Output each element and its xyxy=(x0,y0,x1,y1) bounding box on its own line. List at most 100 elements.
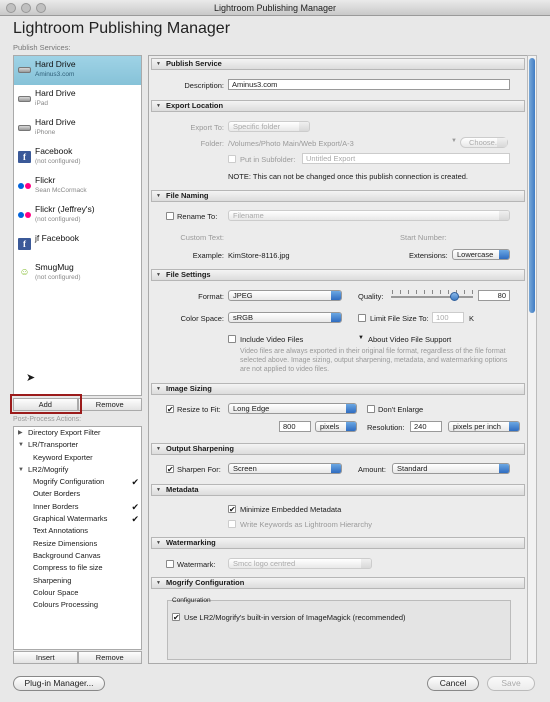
export-location-note: NOTE: This can not be changed once this … xyxy=(228,172,469,181)
quality-field[interactable]: 80 xyxy=(478,290,510,301)
format-label: Format: xyxy=(198,292,224,301)
section-output-sharpening[interactable]: Output Sharpening xyxy=(151,443,525,455)
minimize-metadata-checkbox[interactable]: ✔ xyxy=(228,505,236,514)
watermark-popup[interactable]: Smcc logo centred xyxy=(228,558,372,569)
service-item[interactable]: ☺ SmugMug (not configured) xyxy=(14,259,141,288)
choose-button[interactable]: Choose... xyxy=(460,137,508,148)
folder-menu-icon[interactable]: ▼ xyxy=(451,138,457,144)
publish-services-list[interactable]: Hard Drive Aminus3.com Hard Drive iPad Hard … xyxy=(13,55,142,396)
rename-popup[interactable]: Filename xyxy=(228,210,510,221)
post-process-item[interactable]: ▼ LR/Transporter xyxy=(14,439,141,451)
sharpen-checkbox[interactable]: ✔ xyxy=(166,465,174,474)
subfolder-field[interactable]: Untitled Export xyxy=(302,153,510,164)
post-process-item[interactable]: Resize Dimensions xyxy=(14,538,141,550)
post-process-item[interactable]: Compress to file size xyxy=(14,562,141,574)
post-process-item[interactable]: Sharpening xyxy=(14,575,141,587)
section-mogrify-configuration[interactable]: Mogrify Configuration xyxy=(151,577,525,589)
zoom-icon[interactable] xyxy=(36,3,46,13)
dont-enlarge-checkbox[interactable] xyxy=(367,405,375,413)
post-process-item[interactable]: Outer Borders xyxy=(14,488,141,500)
service-subtitle: iPhone xyxy=(35,129,56,136)
export-to-label: Export To: xyxy=(190,123,224,132)
write-keywords-checkbox[interactable] xyxy=(228,520,236,528)
disclosure-open-icon[interactable]: ▼ xyxy=(18,464,24,476)
size-field[interactable]: 800 xyxy=(279,421,311,432)
service-item[interactable]: Flickr (Jeffrey's) (not configured) xyxy=(14,201,141,230)
include-video-checkbox[interactable] xyxy=(228,335,236,343)
section-file-naming[interactable]: File Naming xyxy=(151,190,525,202)
remove-button[interactable]: Remove xyxy=(77,398,142,411)
post-process-item[interactable]: Colour Space xyxy=(14,587,141,599)
service-name: Hard Drive xyxy=(35,88,76,98)
section-publish-service[interactable]: Publish Service xyxy=(151,58,525,70)
description-field[interactable]: Aminus3.com xyxy=(228,79,510,90)
section-watermarking[interactable]: Watermarking xyxy=(151,537,525,549)
limit-size-checkbox[interactable] xyxy=(358,314,366,322)
scroll-thumb[interactable] xyxy=(529,58,535,313)
pp-remove-button[interactable]: Remove xyxy=(77,651,142,664)
service-item[interactable]: Hard Drive iPhone xyxy=(14,114,141,143)
subfolder-checkbox[interactable] xyxy=(228,155,236,163)
post-process-item[interactable]: ▼ LR2/Mogrify xyxy=(14,464,141,476)
post-process-list[interactable]: ▶ Directory Export Filter ▼ LR/Transporter K… xyxy=(13,426,142,650)
post-process-item[interactable]: Background Canvas xyxy=(14,550,141,562)
flickr-icon xyxy=(18,180,31,192)
about-video-toggle-icon[interactable]: ▼ xyxy=(358,335,364,341)
section-file-settings[interactable]: File Settings xyxy=(151,269,525,281)
amount-popup[interactable]: Standard xyxy=(392,463,510,474)
post-process-label: Mogrify Configuration xyxy=(33,477,105,487)
watermark-checkbox[interactable] xyxy=(166,560,174,568)
close-icon[interactable] xyxy=(6,3,16,13)
cancel-button[interactable]: Cancel xyxy=(427,676,479,691)
disclosure-open-icon[interactable]: ▼ xyxy=(18,439,24,451)
minimize-icon[interactable] xyxy=(21,3,31,13)
service-item[interactable]: Flickr Sean McCormack xyxy=(14,172,141,201)
format-popup[interactable]: JPEG xyxy=(228,290,342,301)
service-item[interactable]: Hard Drive iPad xyxy=(14,85,141,114)
insert-button[interactable]: Insert xyxy=(13,651,78,664)
export-to-popup[interactable]: Specific folder xyxy=(228,121,310,132)
size-unit-popup[interactable]: pixels xyxy=(315,421,357,432)
extensions-popup[interactable]: Lowercase xyxy=(452,249,510,260)
post-process-item[interactable]: ▶ Directory Export Filter xyxy=(14,427,141,439)
post-process-label: Colour Space xyxy=(33,587,79,597)
resolution-unit-popup[interactable]: pixels per inch xyxy=(448,421,520,432)
resize-popup[interactable]: Long Edge xyxy=(228,403,357,414)
rename-checkbox[interactable] xyxy=(166,212,174,220)
description-label: Description: xyxy=(184,81,224,90)
section-image-sizing[interactable]: Image Sizing xyxy=(151,383,525,395)
service-item[interactable]: f Facebook (not configured) xyxy=(14,143,141,172)
post-process-item[interactable]: Inner Borders ✔ xyxy=(14,501,141,513)
use-builtin-imagemagick-checkbox[interactable]: ✔ xyxy=(172,613,180,622)
quality-slider-thumb[interactable] xyxy=(450,292,459,301)
post-process-label: LR/Transporter xyxy=(28,440,79,450)
section-metadata[interactable]: Metadata xyxy=(151,484,525,496)
service-name: Flickr xyxy=(35,175,56,185)
service-item[interactable]: f jf Facebook xyxy=(14,230,141,259)
color-space-popup[interactable]: sRGB xyxy=(228,312,342,323)
post-process-item[interactable]: Keyword Exporter xyxy=(14,452,141,464)
post-process-label: Text Annotations xyxy=(33,526,89,536)
video-note: Video files are always exported in their… xyxy=(240,348,508,373)
resize-checkbox[interactable]: ✔ xyxy=(166,405,174,414)
folder-label: Folder: xyxy=(200,139,224,148)
post-process-item[interactable]: Text Annotations xyxy=(14,525,141,537)
quality-slider[interactable] xyxy=(391,296,473,298)
checkmark-icon: ✔ xyxy=(131,477,139,488)
window-controls[interactable] xyxy=(6,3,46,13)
post-process-item[interactable]: Mogrify Configuration ✔ xyxy=(14,476,141,488)
settings-scrollbar[interactable] xyxy=(527,55,537,664)
section-export-location[interactable]: Export Location xyxy=(151,100,525,112)
resolution-field[interactable]: 240 xyxy=(410,421,442,432)
about-video-label[interactable]: About Video File Support xyxy=(368,335,451,344)
post-process-label: Sharpening xyxy=(33,575,72,585)
save-button[interactable]: Save xyxy=(487,676,535,691)
disclosure-closed-icon[interactable]: ▶ xyxy=(18,427,23,439)
post-process-item[interactable]: Graphical Watermarks ✔ xyxy=(14,513,141,525)
service-subtitle: (not configured) xyxy=(35,216,81,223)
post-process-item[interactable]: Colours Processing xyxy=(14,599,141,611)
sharpen-popup[interactable]: Screen xyxy=(228,463,342,474)
plugin-manager-button[interactable]: Plug-in Manager... xyxy=(13,676,105,691)
limit-size-field[interactable]: 100 xyxy=(432,312,464,323)
service-item[interactable]: Hard Drive Aminus3.com xyxy=(14,56,141,85)
